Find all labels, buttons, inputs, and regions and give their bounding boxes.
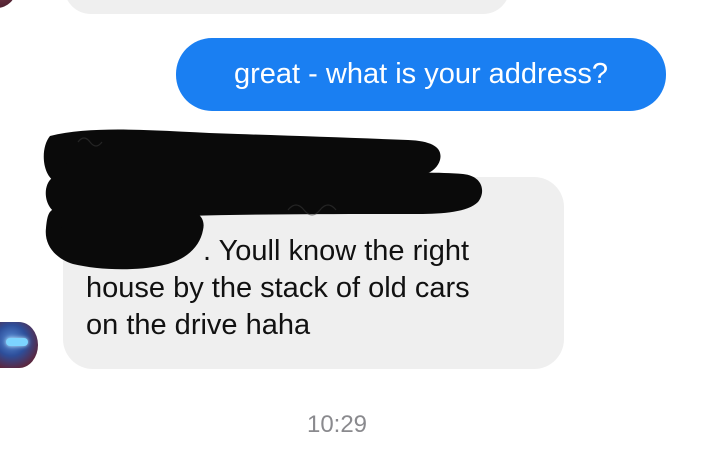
- incoming-message-line: house by the stack of old cars: [86, 272, 470, 304]
- previous-message-bubble[interactable]: [64, 0, 510, 14]
- previous-sender-avatar[interactable]: [0, 0, 16, 8]
- avatar-glasses-icon: [6, 338, 28, 346]
- incoming-message-line: . Youll know the right: [203, 235, 470, 267]
- outgoing-message-text: great - what is your address?: [234, 58, 608, 90]
- message-timestamp: 10:29: [306, 411, 368, 438]
- messenger-conversation: great - what is your address? . Youll kn…: [0, 0, 714, 457]
- sender-avatar[interactable]: [0, 322, 38, 368]
- incoming-message-line: on the drive haha: [86, 309, 311, 341]
- incoming-message-bubble[interactable]: . Youll know the right house by the stac…: [63, 177, 564, 369]
- outgoing-message-bubble[interactable]: great - what is your address?: [176, 38, 666, 111]
